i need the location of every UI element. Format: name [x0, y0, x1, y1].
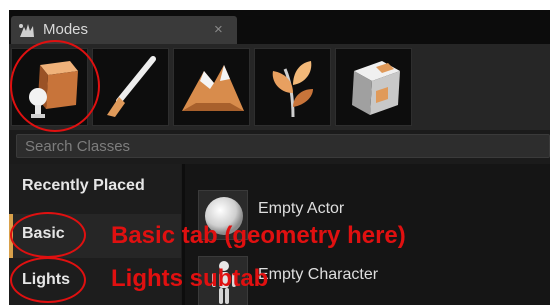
paint-mode-icon [107, 56, 156, 117]
landscape-mode-icon [182, 65, 244, 111]
sidebar-item-recently-placed[interactable]: Recently Placed [9, 166, 181, 210]
mode-foliage-button[interactable] [254, 48, 331, 126]
mode-geometry-button[interactable] [335, 48, 412, 126]
annotation-lights-note: Lights subtab [111, 265, 269, 292]
search-classes-field[interactable] [16, 134, 550, 158]
item-label: Empty Actor [258, 200, 345, 217]
search-input[interactable] [17, 135, 549, 157]
item-label: Empty Character [258, 266, 379, 283]
modes-hand-icon [17, 21, 37, 39]
modes-panel: Modes × Search Classes Recently Placed B… [9, 10, 550, 305]
tab-modes[interactable]: Modes × [11, 16, 237, 44]
tab-title: Modes [43, 21, 89, 38]
geometry-edit-mode-icon [352, 61, 400, 115]
foliage-mode-icon [272, 61, 313, 118]
close-icon[interactable]: × [214, 21, 223, 38]
mode-landscape-button[interactable] [173, 48, 250, 126]
sidebar-item-label: Recently Placed [22, 177, 145, 194]
annotation-basic-note: Basic tab (geometry here) [111, 222, 406, 249]
mode-paint-button[interactable] [92, 48, 169, 126]
tab-bar: Modes × [9, 10, 550, 44]
annotation-circle-lights [10, 257, 86, 303]
annotation-circle-basic [10, 212, 86, 258]
annotation-circle-place-mode [10, 40, 100, 132]
